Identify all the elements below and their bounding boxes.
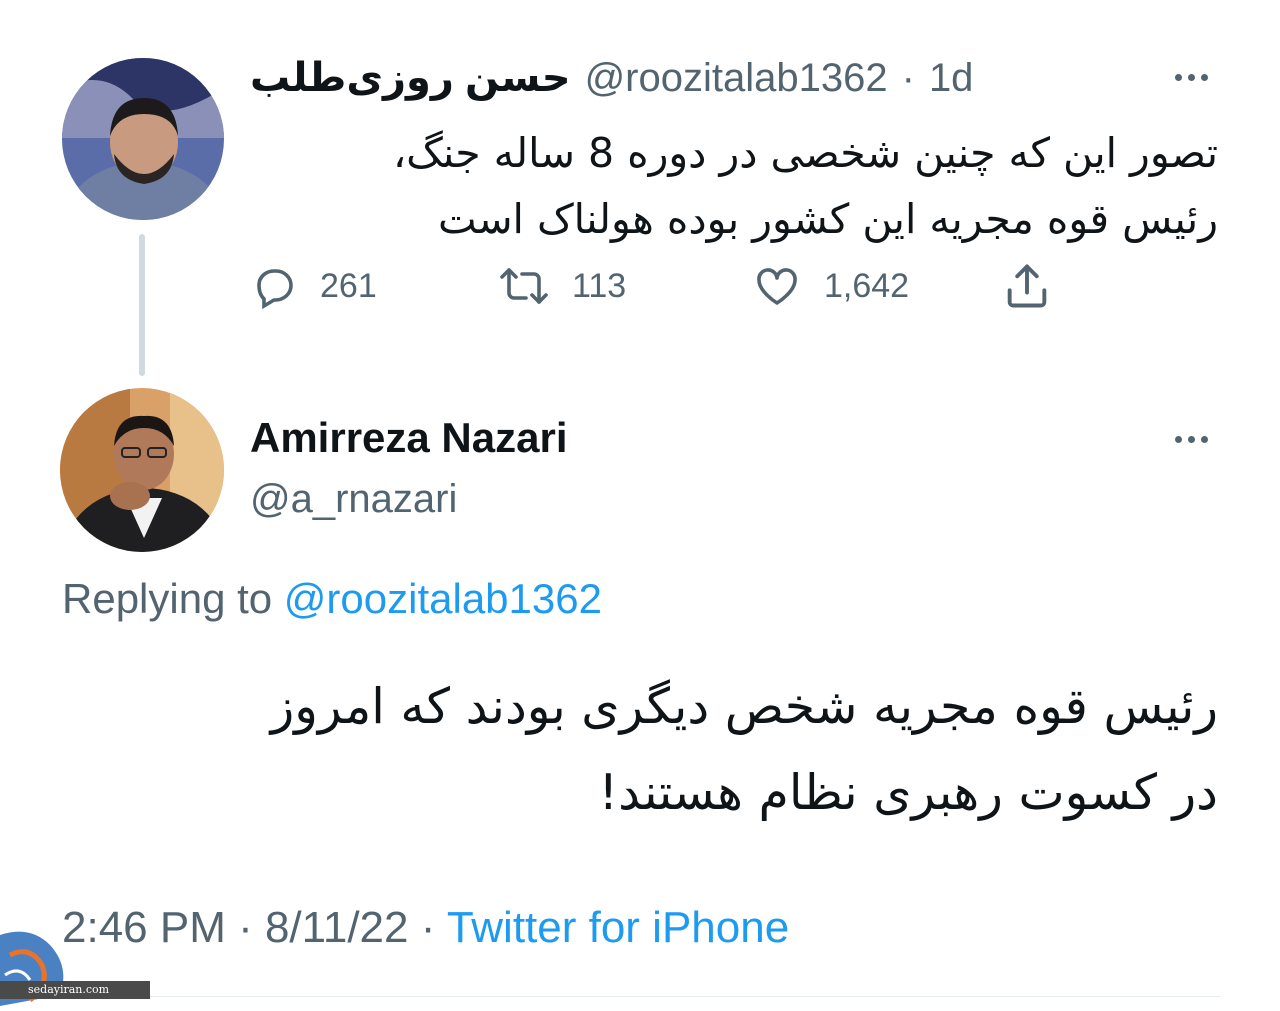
share-icon bbox=[1000, 260, 1054, 312]
share-button[interactable] bbox=[1000, 258, 1054, 314]
tweet2-handle[interactable]: @a_rnazari bbox=[250, 477, 457, 522]
tweet2-text-line: در کسوت رهبری نظام هستند! bbox=[598, 764, 1218, 821]
tweet1-text: تصور این که چنین شخصی در دوره 8 ساله جنگ… bbox=[318, 120, 1218, 252]
replying-label: Replying to bbox=[62, 575, 273, 622]
tweet2-text: رئیس قوه مجریه شخص دیگری بودند که امروز … bbox=[58, 664, 1218, 836]
avatar-roozitalab[interactable] bbox=[62, 58, 224, 220]
reply-icon bbox=[250, 262, 298, 310]
reply-count: 261 bbox=[320, 266, 377, 305]
replying-mention-link[interactable]: @roozitalab1362 bbox=[284, 575, 602, 622]
like-count: 1,642 bbox=[824, 266, 910, 305]
tweet1-display-name[interactable]: حسن روزی‌طلب bbox=[250, 55, 571, 101]
avatar-a-rnazari[interactable] bbox=[60, 388, 224, 552]
retweet-icon bbox=[498, 262, 550, 310]
more-icon[interactable] bbox=[1175, 436, 1208, 443]
reply-button[interactable]: 261 bbox=[250, 258, 377, 314]
tweet2-display-name[interactable]: Amirreza Nazari bbox=[250, 414, 567, 462]
thread-connector-line bbox=[139, 234, 145, 376]
divider bbox=[60, 996, 1220, 997]
tweet2-source-link[interactable]: Twitter for iPhone bbox=[447, 903, 789, 952]
tweet1-text-line: تصور این که چنین شخصی در دوره 8 ساله جنگ… bbox=[392, 129, 1218, 177]
more-icon[interactable] bbox=[1175, 74, 1208, 81]
like-button[interactable]: 1,642 bbox=[752, 258, 909, 314]
like-icon bbox=[752, 262, 802, 310]
tweet1-time[interactable]: 1d bbox=[929, 56, 974, 101]
tweet2-text-line: رئیس قوه مجریه شخص دیگری بودند که امروز bbox=[270, 678, 1218, 735]
watermark-text: sedayiran.com bbox=[28, 983, 110, 996]
replying-to: Replying to @roozitalab1362 bbox=[62, 575, 602, 623]
tweet2-meta: 2:46 PM · 8/11/22 · Twitter for iPhone bbox=[62, 903, 789, 953]
tweet1-text-line: رئیس قوه مجریه این کشور بوده هولناک است bbox=[437, 195, 1218, 243]
tweet1-handle[interactable]: @roozitalab1362 bbox=[585, 56, 888, 101]
retweet-count: 113 bbox=[572, 266, 627, 305]
tweet1-header: حسن روزی‌طلب @roozitalab1362 · 1d bbox=[250, 52, 1030, 104]
retweet-button[interactable]: 113 bbox=[498, 258, 626, 314]
tweet1-separator: · bbox=[901, 55, 915, 100]
